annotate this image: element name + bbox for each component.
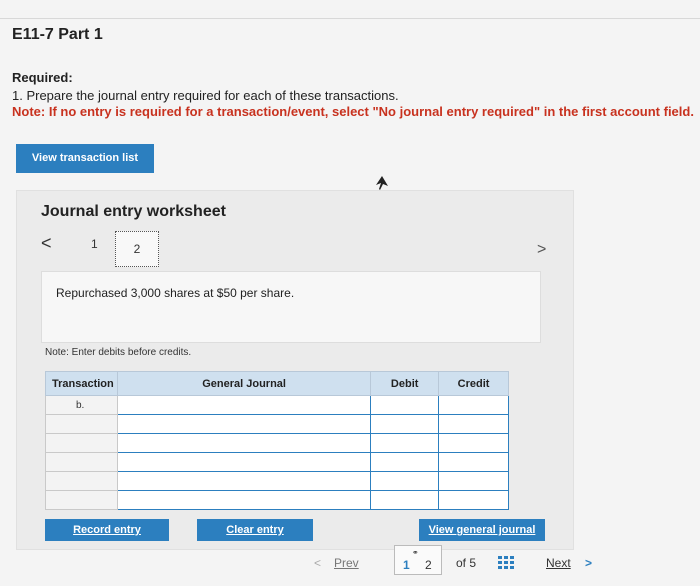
pager-page-2[interactable]: 2 [425,558,432,572]
transaction-cell [45,433,118,453]
credit-field[interactable] [438,452,509,472]
credit-field[interactable] [438,395,509,415]
table-row: b. [45,395,509,415]
worksheet-prev-arrow-icon[interactable]: < [41,233,52,254]
col-credit: Credit [438,371,509,396]
transaction-description: Repurchased 3,000 shares at $50 per shar… [56,286,295,300]
no-entry-note: Note: If no entry is required for a tran… [12,104,694,119]
account-field[interactable] [116,452,372,472]
pager-page-1[interactable]: 1 [403,558,410,572]
view-transaction-list-button[interactable]: View transaction list [16,144,154,173]
pager-total: of 5 [456,556,477,570]
debits-before-credits-note: Note: Enter debits before credits. [45,347,192,358]
account-field[interactable] [116,395,372,415]
journal-entry-table: Transaction General Journal Debit Credit… [45,371,509,510]
account-field[interactable] [116,471,372,491]
debit-field[interactable] [370,433,440,453]
journal-entry-worksheet: Journal entry worksheet < 1 2 > Repurcha… [16,190,574,550]
worksheet-title: Journal entry worksheet [41,203,226,220]
debit-field[interactable] [370,471,440,491]
pager-next-link[interactable]: Next [546,556,571,570]
account-field[interactable] [116,433,372,453]
transaction-cell [45,414,118,434]
pager-prev-link[interactable]: Prev [334,556,359,570]
transaction-cell: b. [45,395,118,415]
worksheet-page-2-current[interactable]: 2 [115,231,159,267]
col-transaction: Transaction [45,371,118,396]
account-field[interactable] [116,490,372,510]
transaction-cell [45,471,118,491]
debit-field[interactable] [370,490,440,510]
transaction-cell [45,452,118,472]
transaction-cell [45,490,118,510]
table-row [45,452,509,472]
instruction-text: 1. Prepare the journal entry required fo… [12,88,399,103]
table-row [45,490,509,510]
required-label: Required: [12,70,73,85]
mouse-pointer-icon [376,176,388,190]
page-title: E11-7 Part 1 [12,26,103,43]
credit-field[interactable] [438,490,509,510]
col-debit: Debit [370,371,440,396]
col-general-journal: General Journal [116,371,372,396]
table-row [45,433,509,453]
debit-field[interactable] [370,395,440,415]
worksheet-page-1[interactable]: 1 [91,237,98,251]
link-icon: ⚭ [412,548,419,557]
view-general-journal-button[interactable]: View general journal [419,519,545,541]
pager-next-arrow-icon[interactable]: > [585,556,592,570]
credit-field[interactable] [438,433,509,453]
pager-page-box: ⚭ 1 2 [394,545,442,575]
record-entry-button[interactable]: Record entry [45,519,169,541]
worksheet-next-arrow-icon[interactable]: > [537,241,546,259]
table-row [45,414,509,434]
transaction-description-box: Repurchased 3,000 shares at $50 per shar… [41,271,541,343]
table-row [45,471,509,491]
debit-field[interactable] [370,414,440,434]
clear-entry-button[interactable]: Clear entry [197,519,313,541]
account-field[interactable] [116,414,372,434]
debit-field[interactable] [370,452,440,472]
top-divider [0,18,700,19]
pager-prev-arrow-icon[interactable]: < [314,556,321,570]
credit-field[interactable] [438,471,509,491]
credit-field[interactable] [438,414,509,434]
grid-menu-icon[interactable] [498,556,514,570]
